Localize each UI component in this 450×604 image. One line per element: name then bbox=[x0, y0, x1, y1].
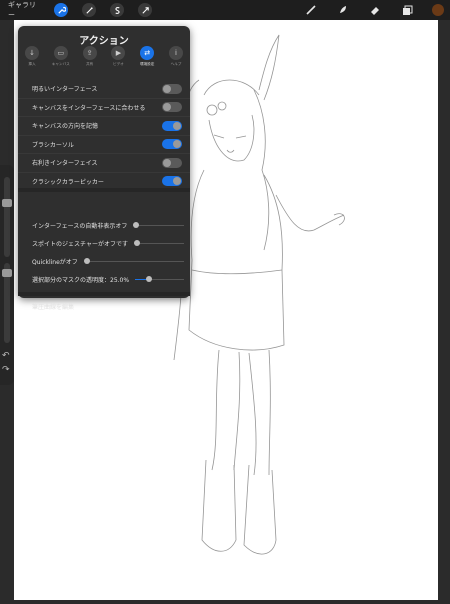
slider-label: 選択部分のマスクの透明度：25.0% bbox=[32, 276, 130, 284]
slider-thumb[interactable] bbox=[145, 275, 152, 282]
color-swatch[interactable] bbox=[432, 4, 444, 16]
left-sidebar: ↶ ↷ bbox=[0, 165, 14, 385]
tab-label: 環境設定 bbox=[140, 62, 155, 66]
quickline-slider[interactable] bbox=[83, 257, 184, 264]
slider-thumb[interactable] bbox=[133, 239, 140, 246]
preference-sliders: インターフェースの自動非表示オフ スポイトのジェスチャーがオフです Quickl… bbox=[18, 216, 190, 288]
light-interface-switch[interactable] bbox=[162, 83, 182, 94]
layers-icon[interactable] bbox=[400, 3, 414, 17]
toggle-row: ブラシカーソル bbox=[18, 136, 190, 154]
brush-size-slider[interactable] bbox=[2, 177, 12, 257]
tab-label: 共有 bbox=[86, 62, 94, 66]
eraser-icon[interactable] bbox=[368, 3, 382, 17]
mask-opacity-slider[interactable] bbox=[135, 275, 184, 282]
info-icon: i bbox=[168, 46, 183, 60]
toggle-label: キャンバスの方向を記憶 bbox=[32, 123, 99, 131]
slider-thumb[interactable] bbox=[133, 221, 140, 228]
brush-cursor-switch[interactable] bbox=[162, 139, 182, 150]
slider-label: Quicklineがオフ bbox=[32, 258, 78, 266]
tab-video[interactable]: ▶ ビデオ bbox=[108, 46, 128, 67]
tab-help[interactable]: i ヘルプ bbox=[166, 46, 186, 67]
tab-label: ビデオ bbox=[113, 62, 124, 66]
tab-label: 挿入 bbox=[28, 62, 36, 66]
top-toolbar: ギャラリー bbox=[0, 0, 450, 20]
toggle-row: 明るいインターフェース bbox=[18, 80, 190, 99]
tab-share[interactable]: ⇪ 共有 bbox=[80, 46, 100, 67]
magic-wand-icon[interactable] bbox=[82, 3, 96, 17]
toggle-row: キャンバスの方向を記憶 bbox=[18, 117, 190, 136]
preference-toggles: 明るいインターフェース キャンバスをインターフェースに合わせる キャンバスの方向… bbox=[18, 80, 190, 191]
action-tabs: ↓ 挿入 ▭ キャンバス ⇪ 共有 ▶ ビデオ ⇄ 環境設定 i ヘルプ bbox=[22, 46, 186, 67]
toggle-label: 右利きインターフェイス bbox=[32, 160, 98, 168]
redo-icon[interactable]: ↷ bbox=[2, 365, 10, 375]
toggle-row: キャンバスをインターフェースに合わせる bbox=[18, 99, 190, 117]
slider-label: スポイトのジェスチャーがオフです bbox=[32, 240, 128, 248]
right-hand-switch[interactable] bbox=[162, 157, 182, 168]
slider-row: Quicklineがオフ bbox=[18, 252, 190, 270]
tab-label: キャンバス bbox=[51, 62, 70, 66]
download-arrow-icon: ↓ bbox=[25, 46, 39, 60]
slider-thumb[interactable] bbox=[83, 257, 90, 264]
slider-row: 選択部分のマスクの透明度：25.0% bbox=[18, 270, 190, 288]
tab-preferences[interactable]: ⇄ 環境設定 bbox=[137, 46, 157, 67]
slider-row: スポイトのジェスチャーがオフです bbox=[18, 234, 190, 252]
wrench-icon[interactable] bbox=[54, 3, 68, 17]
tab-canvas[interactable]: ▭ キャンバス bbox=[51, 46, 71, 67]
toggle-label: 明るいインターフェース bbox=[32, 86, 98, 94]
opacity-thumb[interactable] bbox=[2, 269, 12, 277]
undo-icon[interactable]: ↶ bbox=[2, 351, 10, 361]
slider-row: インターフェースの自動非表示オフ bbox=[18, 216, 190, 234]
right-tools bbox=[304, 0, 450, 20]
actions-panel: アクション ↓ 挿入 ▭ キャンバス ⇪ 共有 ▶ ビデオ ⇄ 環境設定 i ヘ… bbox=[18, 26, 190, 311]
eyedropper-gesture-slider[interactable] bbox=[133, 239, 184, 246]
cursor-arrow-icon[interactable] bbox=[138, 3, 152, 17]
opacity-slider[interactable] bbox=[2, 263, 12, 343]
brush-icon[interactable] bbox=[304, 3, 318, 17]
section-divider bbox=[18, 292, 190, 296]
toggle-label: クラシックカラーピッカー bbox=[32, 178, 104, 186]
selection-s-icon[interactable] bbox=[110, 3, 124, 17]
brush-size-thumb[interactable] bbox=[2, 199, 12, 207]
fit-canvas-switch[interactable] bbox=[162, 102, 182, 113]
video-icon: ▶ bbox=[111, 46, 126, 60]
panel-title: アクション bbox=[79, 36, 129, 47]
toggle-label: ブラシカーソル bbox=[32, 141, 74, 149]
remember-orientation-switch[interactable] bbox=[162, 120, 182, 131]
canvas-rect-icon: ▭ bbox=[53, 46, 68, 60]
edit-pressure-curve-button[interactable]: 筆圧曲線を編集 bbox=[32, 302, 74, 311]
smudge-icon[interactable] bbox=[336, 3, 350, 17]
gallery-button[interactable]: ギャラリー bbox=[8, 0, 40, 20]
tab-label: ヘルプ bbox=[170, 62, 182, 66]
section-divider bbox=[18, 188, 190, 192]
auto-hide-slider[interactable] bbox=[133, 221, 184, 228]
slider-label: インターフェースの自動非表示オフ bbox=[32, 222, 128, 230]
share-icon: ⇪ bbox=[82, 46, 97, 60]
toggle-prefs-icon: ⇄ bbox=[140, 46, 155, 60]
classic-color-picker-switch[interactable] bbox=[162, 176, 182, 187]
tab-insert[interactable]: ↓ 挿入 bbox=[22, 46, 42, 67]
toggle-label: キャンバスをインターフェースに合わせる bbox=[32, 104, 146, 112]
toggle-row: 右利きインターフェイス bbox=[18, 154, 190, 173]
